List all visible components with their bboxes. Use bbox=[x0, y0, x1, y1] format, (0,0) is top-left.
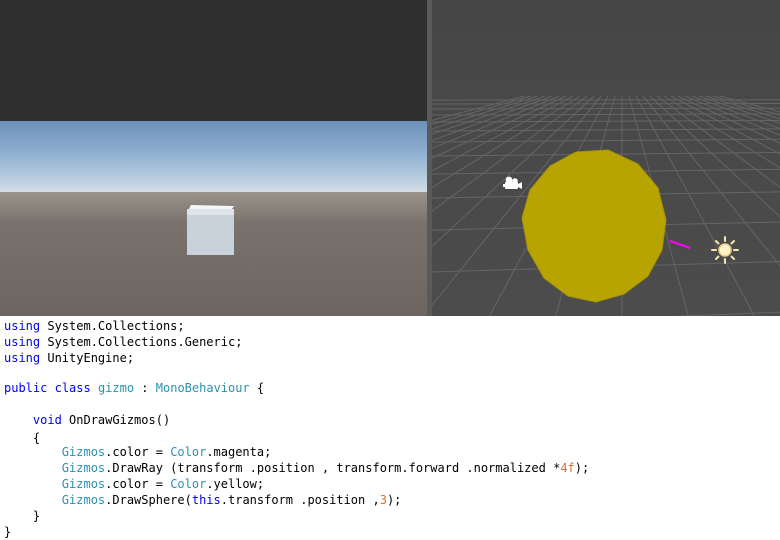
code-line: Gizmos.color = Color.magenta; bbox=[4, 444, 271, 460]
code-token: gizmo bbox=[98, 381, 134, 395]
code-token bbox=[4, 477, 62, 491]
directional-light-icon[interactable] bbox=[710, 235, 740, 265]
code-token: using bbox=[4, 351, 40, 365]
code-token: .DrawSphere( bbox=[105, 493, 192, 507]
code-token bbox=[4, 493, 62, 507]
gizmo-sphere bbox=[516, 146, 676, 306]
code-token: ); bbox=[387, 493, 401, 507]
code-token: Color bbox=[170, 477, 206, 491]
skybox bbox=[0, 121, 427, 199]
gizmo-ray bbox=[668, 238, 698, 252]
game-view-background bbox=[0, 0, 427, 121]
scene-view[interactable] bbox=[432, 0, 780, 316]
code-token bbox=[4, 413, 33, 427]
code-token bbox=[47, 381, 54, 395]
code-editor[interactable]: using System.Collections;using System.Co… bbox=[0, 316, 780, 531]
code-token bbox=[4, 461, 62, 475]
code-line: } bbox=[4, 508, 40, 524]
code-token: Gizmos bbox=[62, 445, 105, 459]
code-token: ); bbox=[575, 461, 589, 475]
code-token: Gizmos bbox=[62, 461, 105, 475]
code-token: void bbox=[33, 413, 62, 427]
camera-icon[interactable] bbox=[501, 175, 523, 193]
code-token bbox=[91, 381, 98, 395]
code-line: } bbox=[4, 524, 11, 540]
code-token: .DrawRay (transform .position , transfor… bbox=[105, 461, 560, 475]
code-token: } bbox=[4, 509, 40, 523]
code-token: { bbox=[4, 431, 40, 445]
code-token: UnityEngine; bbox=[40, 351, 134, 365]
code-line: using UnityEngine; bbox=[4, 350, 134, 366]
code-line: using System.Collections; bbox=[4, 318, 185, 334]
code-token: using bbox=[4, 319, 40, 333]
code-token: } bbox=[4, 525, 11, 539]
code-token: MonoBehaviour bbox=[156, 381, 250, 395]
code-token: this bbox=[192, 493, 221, 507]
code-token: OnDrawGizmos() bbox=[62, 413, 170, 427]
code-token bbox=[4, 445, 62, 459]
code-token: : bbox=[134, 381, 156, 395]
code-token: .yellow; bbox=[206, 477, 264, 491]
code-line: Gizmos.DrawRay (transform .position , tr… bbox=[4, 460, 589, 476]
code-token: 4f bbox=[560, 461, 574, 475]
code-line: void OnDrawGizmos() bbox=[4, 412, 170, 428]
code-line: using System.Collections.Generic; bbox=[4, 334, 242, 350]
code-token: System.Collections.Generic; bbox=[40, 335, 242, 349]
code-token: .color = bbox=[105, 445, 170, 459]
code-token: { bbox=[250, 381, 264, 395]
game-view[interactable] bbox=[0, 0, 427, 316]
cube-object[interactable] bbox=[187, 205, 234, 255]
code-token: Gizmos bbox=[62, 493, 105, 507]
code-token: class bbox=[55, 381, 91, 395]
code-token: .magenta; bbox=[206, 445, 271, 459]
code-line: Gizmos.color = Color.yellow; bbox=[4, 476, 264, 492]
code-token: Color bbox=[170, 445, 206, 459]
code-token: Gizmos bbox=[62, 477, 105, 491]
code-line: public class gizmo : MonoBehaviour { bbox=[4, 380, 264, 396]
code-line: Gizmos.DrawSphere(this.transform .positi… bbox=[4, 492, 401, 508]
code-token: using bbox=[4, 335, 40, 349]
code-token: 3 bbox=[380, 493, 387, 507]
code-token: System.Collections; bbox=[40, 319, 185, 333]
code-token: .transform .position , bbox=[221, 493, 380, 507]
code-token: .color = bbox=[105, 477, 170, 491]
code-token: public bbox=[4, 381, 47, 395]
